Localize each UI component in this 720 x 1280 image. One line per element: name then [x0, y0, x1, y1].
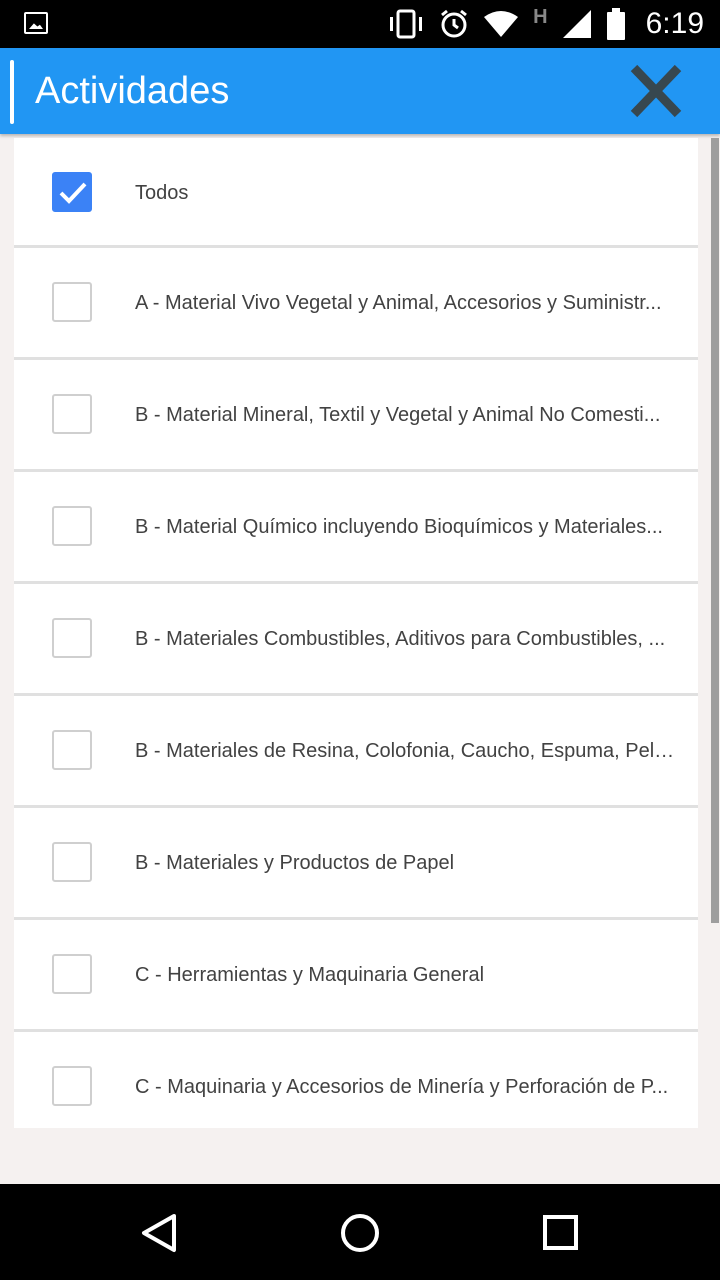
- recents-icon: [543, 1215, 578, 1250]
- wifi-icon: [484, 11, 519, 37]
- scrollbar[interactable]: [711, 138, 719, 923]
- list-item[interactable]: C - Herramientas y Maquinaria General: [14, 920, 698, 1032]
- home-icon: [341, 1214, 379, 1252]
- close-button[interactable]: [620, 62, 690, 120]
- list-item[interactable]: B - Materiales Combustibles, Aditivos pa…: [14, 584, 698, 696]
- checkbox[interactable]: [52, 954, 92, 994]
- list-item[interactable]: A - Material Vivo Vegetal y Animal, Acce…: [14, 248, 698, 360]
- list-item-label: C - Maquinaria y Accesorios de Minería y…: [135, 1076, 669, 1098]
- clock: 6:19: [645, 7, 704, 40]
- page-title: Actividades: [35, 70, 230, 112]
- checkmark-icon: [59, 182, 87, 204]
- title-accent-line: [10, 60, 14, 124]
- back-icon: [142, 1214, 176, 1252]
- alarm-icon: [441, 9, 468, 38]
- checkbox[interactable]: [52, 282, 92, 322]
- status-bar: H 6:19: [0, 0, 720, 48]
- vibrate-icon: [390, 9, 423, 39]
- list-item[interactable]: B - Materiales de Resina, Colofonia, Cau…: [14, 696, 698, 808]
- checkbox[interactable]: [52, 506, 92, 546]
- list-item-label: B - Material Químico incluyendo Bioquími…: [135, 516, 663, 538]
- checkbox[interactable]: [52, 730, 92, 770]
- back-button[interactable]: [134, 1208, 184, 1258]
- close-icon: [630, 64, 682, 118]
- checkbox[interactable]: [52, 394, 92, 434]
- home-button[interactable]: [335, 1208, 385, 1258]
- list-item-label: B - Materiales Combustibles, Aditivos pa…: [135, 628, 666, 650]
- list-item[interactable]: C - Maquinaria y Accesorios de Minería y…: [14, 1032, 698, 1128]
- list-item[interactable]: B - Material Mineral, Textil y Vegetal y…: [14, 360, 698, 472]
- checkbox[interactable]: [52, 618, 92, 658]
- list-item-label: B - Materiales y Productos de Papel: [135, 852, 455, 874]
- battery-icon: [606, 8, 625, 40]
- list-item-label: C - Herramientas y Maquinaria General: [135, 964, 485, 986]
- checkbox[interactable]: [52, 1066, 92, 1106]
- recents-button[interactable]: [535, 1208, 585, 1258]
- app-bar: Actividades: [0, 48, 720, 134]
- list-item-todos[interactable]: Todos: [14, 138, 698, 248]
- network-type-label: H: [533, 5, 548, 28]
- list-item-label: B - Materiales de Resina, Colofonia, Cau…: [135, 740, 675, 762]
- signal-icon: [562, 10, 591, 38]
- list-item-label: B - Material Mineral, Textil y Vegetal y…: [135, 404, 661, 426]
- list-item-label: Todos: [135, 182, 189, 204]
- activity-list[interactable]: Todos A - Material Vivo Vegetal y Animal…: [14, 138, 698, 1128]
- list-item[interactable]: B - Material Químico incluyendo Bioquími…: [14, 472, 698, 584]
- checkbox-checked[interactable]: [52, 172, 92, 212]
- list-item-label: A - Material Vivo Vegetal y Animal, Acce…: [135, 292, 662, 314]
- list-item[interactable]: B - Materiales y Productos de Papel: [14, 808, 698, 920]
- image-notification-icon: [24, 12, 48, 34]
- navigation-bar: [0, 1184, 720, 1280]
- checkbox[interactable]: [52, 842, 92, 882]
